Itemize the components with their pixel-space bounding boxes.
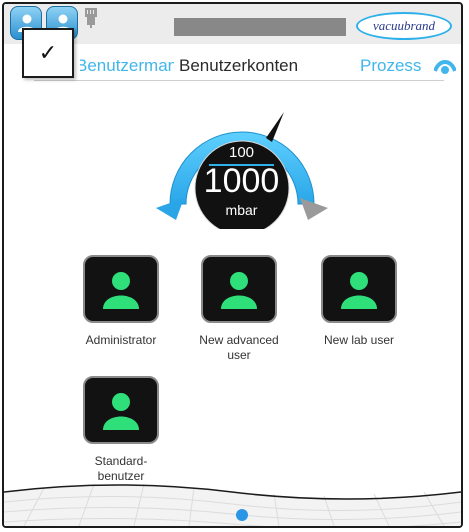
gauge-unit: mbar bbox=[225, 202, 258, 218]
user-label: New advanced user bbox=[199, 333, 279, 362]
user-tile-box bbox=[83, 376, 159, 444]
user-tile-administrator[interactable]: Administrator bbox=[66, 255, 176, 348]
user-tile-new-lab-user[interactable]: New lab user bbox=[304, 255, 414, 348]
user-icon bbox=[103, 272, 139, 309]
check-popup[interactable]: ✓ bbox=[22, 28, 74, 78]
user-tile-box bbox=[83, 255, 159, 323]
pressure-gauge[interactable]: 100 1000 mbar bbox=[154, 104, 329, 236]
user-label: New lab user bbox=[323, 333, 395, 347]
nav-next-prozess[interactable]: Prozess bbox=[360, 56, 421, 76]
vacuubrand-logo: vacuubrand bbox=[356, 12, 452, 40]
user-tile-standardbenutzer[interactable]: Standard-benutzer bbox=[66, 376, 176, 484]
nav-previous[interactable]: Benutzermanager bbox=[80, 56, 174, 76]
nav-divider bbox=[34, 80, 444, 81]
user-icon bbox=[103, 393, 139, 430]
gauge-setpoint: 100 bbox=[228, 144, 255, 161]
network-icon bbox=[85, 8, 97, 28]
user-tile-box bbox=[201, 255, 277, 323]
title-placeholder-bar bbox=[174, 18, 346, 36]
user-tile-new-advanced-user[interactable]: New advanced user bbox=[184, 255, 294, 363]
gauge-value: 1000 bbox=[203, 162, 280, 200]
user-icon bbox=[341, 272, 377, 309]
eye-icon[interactable] bbox=[434, 58, 456, 76]
page-title: Benutzerkonten bbox=[179, 56, 299, 75]
user-icon bbox=[221, 272, 257, 309]
bottom-grid-decoration bbox=[4, 483, 461, 526]
device-screen: vacuubrand ✓ Benutzermanager Benutzerkon… bbox=[2, 2, 463, 528]
user-tile-box bbox=[321, 255, 397, 323]
page-indicator-dot[interactable] bbox=[236, 509, 248, 521]
nav-previous-label: Benutzermanager bbox=[80, 56, 174, 75]
user-label: Administrator bbox=[85, 333, 157, 347]
